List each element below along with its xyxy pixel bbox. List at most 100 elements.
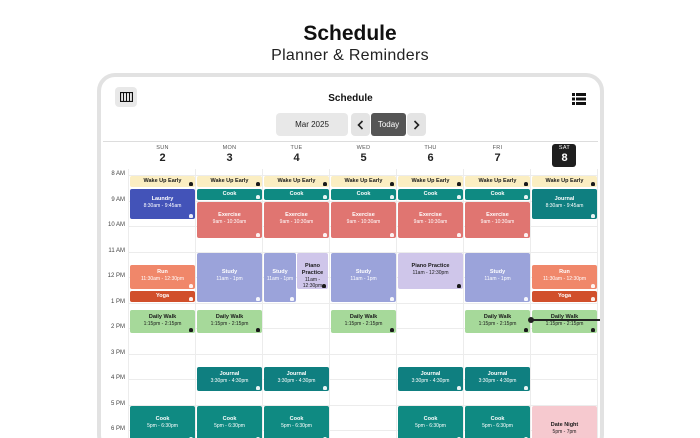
event-title: Cook — [356, 190, 371, 197]
event-time: 5pm - 6:30pm — [415, 422, 446, 429]
event-time: 11:30am - 12:30pm — [543, 276, 586, 282]
bell-icon — [256, 328, 260, 333]
event-journal[interactable]: Journal 3:30pm - 4:30pm — [398, 367, 463, 391]
bell-icon — [390, 328, 394, 333]
event-cook[interactable]: Cook — [331, 188, 396, 200]
event-wake-up-early[interactable]: Wake Up Early — [532, 176, 597, 187]
event-time: 8:30am - 9:45am — [545, 202, 584, 209]
event-title: Wake Up Early — [143, 178, 182, 184]
bell-icon — [256, 232, 260, 237]
event-study[interactable]: Study 11am - 1pm — [331, 252, 396, 302]
event-journal[interactable]: Journal 3:30pm - 4:30pm — [264, 367, 329, 391]
bell-icon — [591, 213, 595, 218]
event-title: Cook — [490, 415, 505, 422]
day-header-fri[interactable]: FRI 7 — [464, 145, 531, 164]
event-title: Study — [272, 269, 288, 275]
event-cook[interactable]: Cook 5pm - 6:30pm — [197, 405, 262, 438]
event-cook[interactable]: Cook — [398, 188, 463, 200]
event-daily-walk[interactable]: Daily Walk 1:15pm - 2:15pm — [532, 309, 597, 334]
event-title: Study — [221, 269, 238, 275]
event-wake-up-early[interactable]: Wake Up Early — [130, 176, 195, 187]
event-journal[interactable]: Journal 3:30pm - 4:30pm — [197, 367, 262, 391]
bell-icon — [322, 283, 326, 288]
event-time: 1:15pm - 2:15pm — [143, 320, 182, 327]
event-title: Laundry — [151, 195, 174, 202]
event-time: 11am - 1pm — [216, 276, 243, 282]
event-journal[interactable]: Journal 3:30pm - 4:30pm — [465, 367, 530, 391]
event-exercise[interactable]: Exercise 9am - 10:30am — [264, 201, 329, 238]
event-date-night[interactable]: Date Night 5pm - 7pm — [532, 405, 597, 438]
day-header-mon[interactable]: MON 3 — [196, 145, 263, 164]
event-run[interactable]: Run 11:30am - 12:30pm — [532, 265, 597, 289]
event-yoga[interactable]: Yoga — [532, 290, 597, 302]
today-button[interactable]: Today — [371, 113, 406, 136]
bell-icon — [591, 296, 595, 301]
bell-icon — [457, 181, 461, 186]
event-cook[interactable]: Cook — [264, 188, 329, 200]
month-selector[interactable]: Mar 2025 — [276, 113, 348, 136]
event-cook[interactable]: Cook 5pm - 6:30pm — [264, 405, 329, 438]
previous-week-button[interactable] — [351, 113, 370, 136]
event-daily-walk[interactable]: Daily Walk 1:15pm - 2:15pm — [465, 309, 530, 334]
event-exercise[interactable]: Exercise 9am - 10:30am — [331, 201, 396, 238]
event-cook[interactable]: Cook — [197, 188, 262, 200]
event-exercise[interactable]: Exercise 9am - 10:30am — [398, 201, 463, 238]
event-run[interactable]: Run 11:30am - 12:30pm — [130, 265, 195, 289]
event-title: Exercise — [352, 211, 375, 218]
event-exercise[interactable]: Exercise 9am - 10:30am — [465, 201, 530, 238]
event-daily-walk[interactable]: Daily Walk 1:15pm - 2:15pm — [331, 309, 396, 334]
bell-icon — [591, 181, 595, 186]
event-title: Cook — [155, 415, 170, 422]
event-title: Exercise — [218, 211, 241, 218]
bell-icon — [189, 181, 193, 186]
event-time: 3:30pm - 4:30pm — [277, 378, 316, 384]
event-journal[interactable]: Journal 8:30am - 9:45am — [532, 188, 597, 219]
event-title: Exercise — [486, 211, 509, 218]
event-wake-up-early[interactable]: Wake Up Early — [331, 176, 396, 187]
event-cook[interactable]: Cook — [465, 188, 530, 200]
bell-icon — [256, 385, 260, 390]
bell-icon — [323, 232, 327, 237]
event-laundry[interactable]: Laundry 8:30am - 9:45am — [130, 188, 195, 219]
bell-icon — [390, 194, 394, 199]
event-title: Wake Up Early — [545, 178, 584, 184]
event-cook[interactable]: Cook 5pm - 6:30pm — [130, 405, 195, 438]
next-week-button[interactable] — [407, 113, 426, 136]
event-wake-up-early[interactable]: Wake Up Early — [197, 176, 262, 187]
event-wake-up-early[interactable]: Wake Up Early — [264, 176, 329, 187]
day-of-week-label: TUE — [290, 145, 303, 151]
event-piano-practice[interactable]: Piano Practice 11am - 12:30pm — [297, 252, 328, 289]
bell-icon — [591, 328, 595, 333]
day-header-thu[interactable]: THU 6 — [397, 145, 464, 164]
event-daily-walk[interactable]: Daily Walk 1:15pm - 2:15pm — [197, 309, 262, 334]
event-cook[interactable]: Cook 5pm - 6:30pm — [465, 405, 530, 438]
list-view-button[interactable] — [572, 92, 586, 105]
event-wake-up-early[interactable]: Wake Up Early — [398, 176, 463, 187]
day-header-sun[interactable]: SUN 2 — [129, 145, 196, 164]
event-title: Wake Up Early — [277, 178, 316, 184]
day-header-wed[interactable]: WED 5 — [330, 145, 397, 164]
event-title: Daily Walk — [483, 313, 512, 320]
event-study[interactable]: Study 11am - 1pm — [465, 252, 530, 302]
event-time: 11am - 1pm — [484, 276, 511, 282]
event-daily-walk[interactable]: Daily Walk 1:15pm - 2:15pm — [130, 309, 195, 334]
event-title: Exercise — [419, 211, 442, 218]
event-wake-up-early[interactable]: Wake Up Early — [465, 176, 530, 187]
event-time: 1:15pm - 2:15pm — [478, 320, 517, 327]
event-piano-practice[interactable]: Piano Practice 11am - 12:30pm — [398, 252, 463, 289]
event-yoga[interactable]: Yoga — [130, 290, 195, 302]
day-header-tue[interactable]: TUE 4 — [263, 145, 330, 164]
bell-icon — [390, 232, 394, 237]
day-header-sat[interactable]: SAT 8 — [531, 144, 598, 167]
event-exercise[interactable]: Exercise 9am - 10:30am — [197, 201, 262, 238]
event-cook[interactable]: Cook 5pm - 6:30pm — [398, 405, 463, 438]
bell-icon — [457, 385, 461, 390]
bell-icon — [189, 283, 193, 288]
event-title: Run — [157, 269, 168, 275]
event-title: Journal — [487, 371, 508, 377]
event-study[interactable]: Study 11am - 1pm — [197, 252, 262, 302]
event-study[interactable]: Study 11am - 1pm — [264, 252, 296, 302]
event-title: Cook — [289, 415, 304, 422]
day-number: 3 — [226, 152, 233, 164]
event-time: 3:30pm - 4:30pm — [411, 378, 450, 384]
